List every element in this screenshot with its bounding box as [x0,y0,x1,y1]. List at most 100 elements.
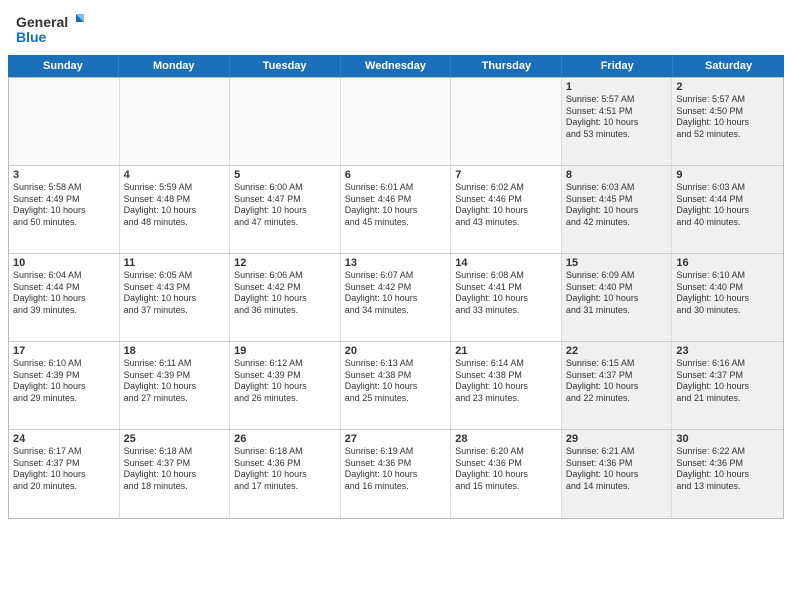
day-info: Sunrise: 6:01 AM Sunset: 4:46 PM Dayligh… [345,182,447,229]
day-cell-0-2 [230,78,341,165]
day-cell-2-3: 13Sunrise: 6:07 AM Sunset: 4:42 PM Dayli… [341,254,452,341]
day-number: 11 [124,257,226,269]
day-number: 15 [566,257,668,269]
day-number: 1 [566,81,668,93]
day-cell-1-6: 9Sunrise: 6:03 AM Sunset: 4:44 PM Daylig… [672,166,783,253]
day-number: 22 [566,345,668,357]
day-number: 28 [455,433,557,445]
svg-text:General: General [16,14,68,30]
day-info: Sunrise: 6:13 AM Sunset: 4:38 PM Dayligh… [345,358,447,405]
day-cell-2-2: 12Sunrise: 6:06 AM Sunset: 4:42 PM Dayli… [230,254,341,341]
logo: GeneralBlue [16,12,96,47]
week-row-4: 24Sunrise: 6:17 AM Sunset: 4:37 PM Dayli… [9,430,783,518]
day-cell-2-5: 15Sunrise: 6:09 AM Sunset: 4:40 PM Dayli… [562,254,673,341]
day-cell-4-1: 25Sunrise: 6:18 AM Sunset: 4:37 PM Dayli… [120,430,231,518]
day-cell-0-6: 2Sunrise: 5:57 AM Sunset: 4:50 PM Daylig… [672,78,783,165]
day-info: Sunrise: 6:21 AM Sunset: 4:36 PM Dayligh… [566,446,668,493]
logo-svg: GeneralBlue [16,12,96,47]
day-info: Sunrise: 6:22 AM Sunset: 4:36 PM Dayligh… [676,446,779,493]
day-cell-2-1: 11Sunrise: 6:05 AM Sunset: 4:43 PM Dayli… [120,254,231,341]
day-number: 5 [234,169,336,181]
day-info: Sunrise: 5:59 AM Sunset: 4:48 PM Dayligh… [124,182,226,229]
day-cell-4-4: 28Sunrise: 6:20 AM Sunset: 4:36 PM Dayli… [451,430,562,518]
main-container: GeneralBlue SundayMondayTuesdayWednesday… [0,0,792,612]
day-info: Sunrise: 6:08 AM Sunset: 4:41 PM Dayligh… [455,270,557,317]
day-info: Sunrise: 6:10 AM Sunset: 4:40 PM Dayligh… [676,270,779,317]
day-number: 3 [13,169,115,181]
day-header-monday: Monday [119,55,230,77]
day-number: 30 [676,433,779,445]
day-number: 14 [455,257,557,269]
day-number: 7 [455,169,557,181]
day-info: Sunrise: 6:09 AM Sunset: 4:40 PM Dayligh… [566,270,668,317]
day-info: Sunrise: 5:58 AM Sunset: 4:49 PM Dayligh… [13,182,115,229]
day-info: Sunrise: 6:16 AM Sunset: 4:37 PM Dayligh… [676,358,779,405]
day-cell-0-5: 1Sunrise: 5:57 AM Sunset: 4:51 PM Daylig… [562,78,673,165]
day-header-saturday: Saturday [673,55,784,77]
day-info: Sunrise: 6:18 AM Sunset: 4:36 PM Dayligh… [234,446,336,493]
day-info: Sunrise: 6:15 AM Sunset: 4:37 PM Dayligh… [566,358,668,405]
day-number: 10 [13,257,115,269]
day-cell-0-3 [341,78,452,165]
day-cell-3-0: 17Sunrise: 6:10 AM Sunset: 4:39 PM Dayli… [9,342,120,429]
day-info: Sunrise: 6:12 AM Sunset: 4:39 PM Dayligh… [234,358,336,405]
day-info: Sunrise: 6:02 AM Sunset: 4:46 PM Dayligh… [455,182,557,229]
day-number: 12 [234,257,336,269]
day-number: 6 [345,169,447,181]
week-row-2: 10Sunrise: 6:04 AM Sunset: 4:44 PM Dayli… [9,254,783,342]
day-cell-0-1 [120,78,231,165]
day-header-wednesday: Wednesday [341,55,452,77]
day-header-tuesday: Tuesday [230,55,341,77]
svg-text:Blue: Blue [16,29,47,45]
day-cell-1-0: 3Sunrise: 5:58 AM Sunset: 4:49 PM Daylig… [9,166,120,253]
day-cell-4-6: 30Sunrise: 6:22 AM Sunset: 4:36 PM Dayli… [672,430,783,518]
day-cell-1-5: 8Sunrise: 6:03 AM Sunset: 4:45 PM Daylig… [562,166,673,253]
day-headers: SundayMondayTuesdayWednesdayThursdayFrid… [8,55,784,77]
day-cell-2-4: 14Sunrise: 6:08 AM Sunset: 4:41 PM Dayli… [451,254,562,341]
day-cell-3-4: 21Sunrise: 6:14 AM Sunset: 4:38 PM Dayli… [451,342,562,429]
day-info: Sunrise: 6:00 AM Sunset: 4:47 PM Dayligh… [234,182,336,229]
day-cell-1-1: 4Sunrise: 5:59 AM Sunset: 4:48 PM Daylig… [120,166,231,253]
day-info: Sunrise: 6:04 AM Sunset: 4:44 PM Dayligh… [13,270,115,317]
day-number: 19 [234,345,336,357]
day-number: 9 [676,169,779,181]
day-info: Sunrise: 5:57 AM Sunset: 4:51 PM Dayligh… [566,94,668,141]
day-number: 29 [566,433,668,445]
day-cell-2-0: 10Sunrise: 6:04 AM Sunset: 4:44 PM Dayli… [9,254,120,341]
header: GeneralBlue [0,0,792,55]
day-info: Sunrise: 6:11 AM Sunset: 4:39 PM Dayligh… [124,358,226,405]
day-cell-3-5: 22Sunrise: 6:15 AM Sunset: 4:37 PM Dayli… [562,342,673,429]
day-number: 21 [455,345,557,357]
day-info: Sunrise: 6:18 AM Sunset: 4:37 PM Dayligh… [124,446,226,493]
day-header-sunday: Sunday [8,55,119,77]
day-number: 27 [345,433,447,445]
day-number: 25 [124,433,226,445]
weeks-wrapper: 1Sunrise: 5:57 AM Sunset: 4:51 PM Daylig… [8,77,784,519]
day-cell-2-6: 16Sunrise: 6:10 AM Sunset: 4:40 PM Dayli… [672,254,783,341]
day-cell-1-3: 6Sunrise: 6:01 AM Sunset: 4:46 PM Daylig… [341,166,452,253]
day-number: 8 [566,169,668,181]
day-info: Sunrise: 6:10 AM Sunset: 4:39 PM Dayligh… [13,358,115,405]
day-info: Sunrise: 6:17 AM Sunset: 4:37 PM Dayligh… [13,446,115,493]
day-info: Sunrise: 6:03 AM Sunset: 4:45 PM Dayligh… [566,182,668,229]
day-cell-1-4: 7Sunrise: 6:02 AM Sunset: 4:46 PM Daylig… [451,166,562,253]
day-number: 4 [124,169,226,181]
day-info: Sunrise: 6:06 AM Sunset: 4:42 PM Dayligh… [234,270,336,317]
day-number: 18 [124,345,226,357]
day-info: Sunrise: 6:19 AM Sunset: 4:36 PM Dayligh… [345,446,447,493]
day-cell-3-6: 23Sunrise: 6:16 AM Sunset: 4:37 PM Dayli… [672,342,783,429]
day-cell-1-2: 5Sunrise: 6:00 AM Sunset: 4:47 PM Daylig… [230,166,341,253]
calendar: SundayMondayTuesdayWednesdayThursdayFrid… [0,55,792,612]
day-info: Sunrise: 5:57 AM Sunset: 4:50 PM Dayligh… [676,94,779,141]
week-row-1: 3Sunrise: 5:58 AM Sunset: 4:49 PM Daylig… [9,166,783,254]
day-number: 24 [13,433,115,445]
day-info: Sunrise: 6:07 AM Sunset: 4:42 PM Dayligh… [345,270,447,317]
day-number: 17 [13,345,115,357]
day-info: Sunrise: 6:20 AM Sunset: 4:36 PM Dayligh… [455,446,557,493]
day-cell-4-5: 29Sunrise: 6:21 AM Sunset: 4:36 PM Dayli… [562,430,673,518]
day-cell-3-2: 19Sunrise: 6:12 AM Sunset: 4:39 PM Dayli… [230,342,341,429]
day-number: 20 [345,345,447,357]
day-cell-0-0 [9,78,120,165]
day-number: 13 [345,257,447,269]
day-header-thursday: Thursday [451,55,562,77]
